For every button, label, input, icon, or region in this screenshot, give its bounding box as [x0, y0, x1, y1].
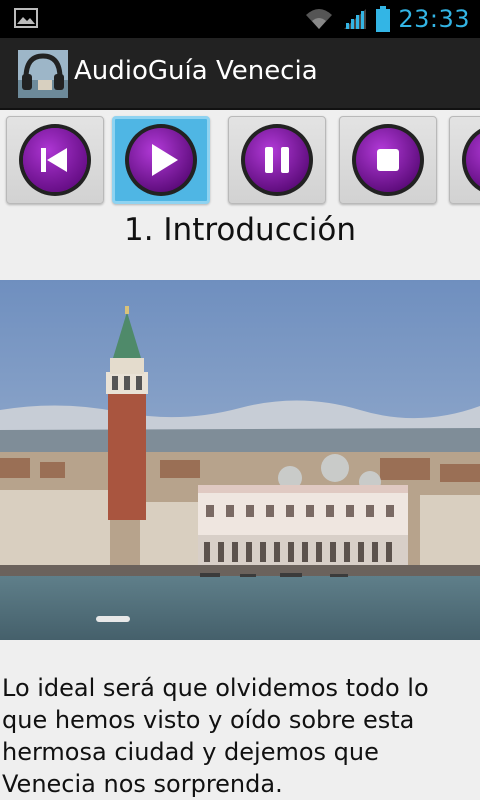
- play-button[interactable]: [112, 116, 210, 204]
- clock: 23:33: [398, 5, 470, 33]
- stop-button[interactable]: [339, 116, 437, 204]
- headphones-app-icon[interactable]: [18, 50, 68, 98]
- image-notification-icon: [14, 8, 38, 28]
- app-title: AudioGuía Venecia: [74, 56, 318, 86]
- track-title: 1. Introducción: [123, 212, 357, 248]
- pause-icon: [241, 124, 313, 196]
- stop-icon: [352, 124, 424, 196]
- description-text: Lo ideal será que olvidemos todo lo que …: [2, 674, 429, 798]
- wifi-icon: [306, 9, 333, 29]
- pause-button[interactable]: [228, 116, 326, 204]
- previous-button[interactable]: [6, 116, 104, 204]
- skip-previous-icon: [19, 124, 91, 196]
- battery-icon: [376, 6, 391, 32]
- play-icon: [125, 124, 197, 196]
- skip-next-icon: [462, 128, 480, 192]
- venice-panorama-image: [0, 280, 480, 640]
- playback-controls: [0, 110, 480, 208]
- next-button[interactable]: [449, 116, 480, 204]
- status-bar: 23:33: [0, 0, 480, 38]
- signal-icon: [344, 9, 367, 29]
- action-bar: AudioGuía Venecia: [0, 38, 480, 110]
